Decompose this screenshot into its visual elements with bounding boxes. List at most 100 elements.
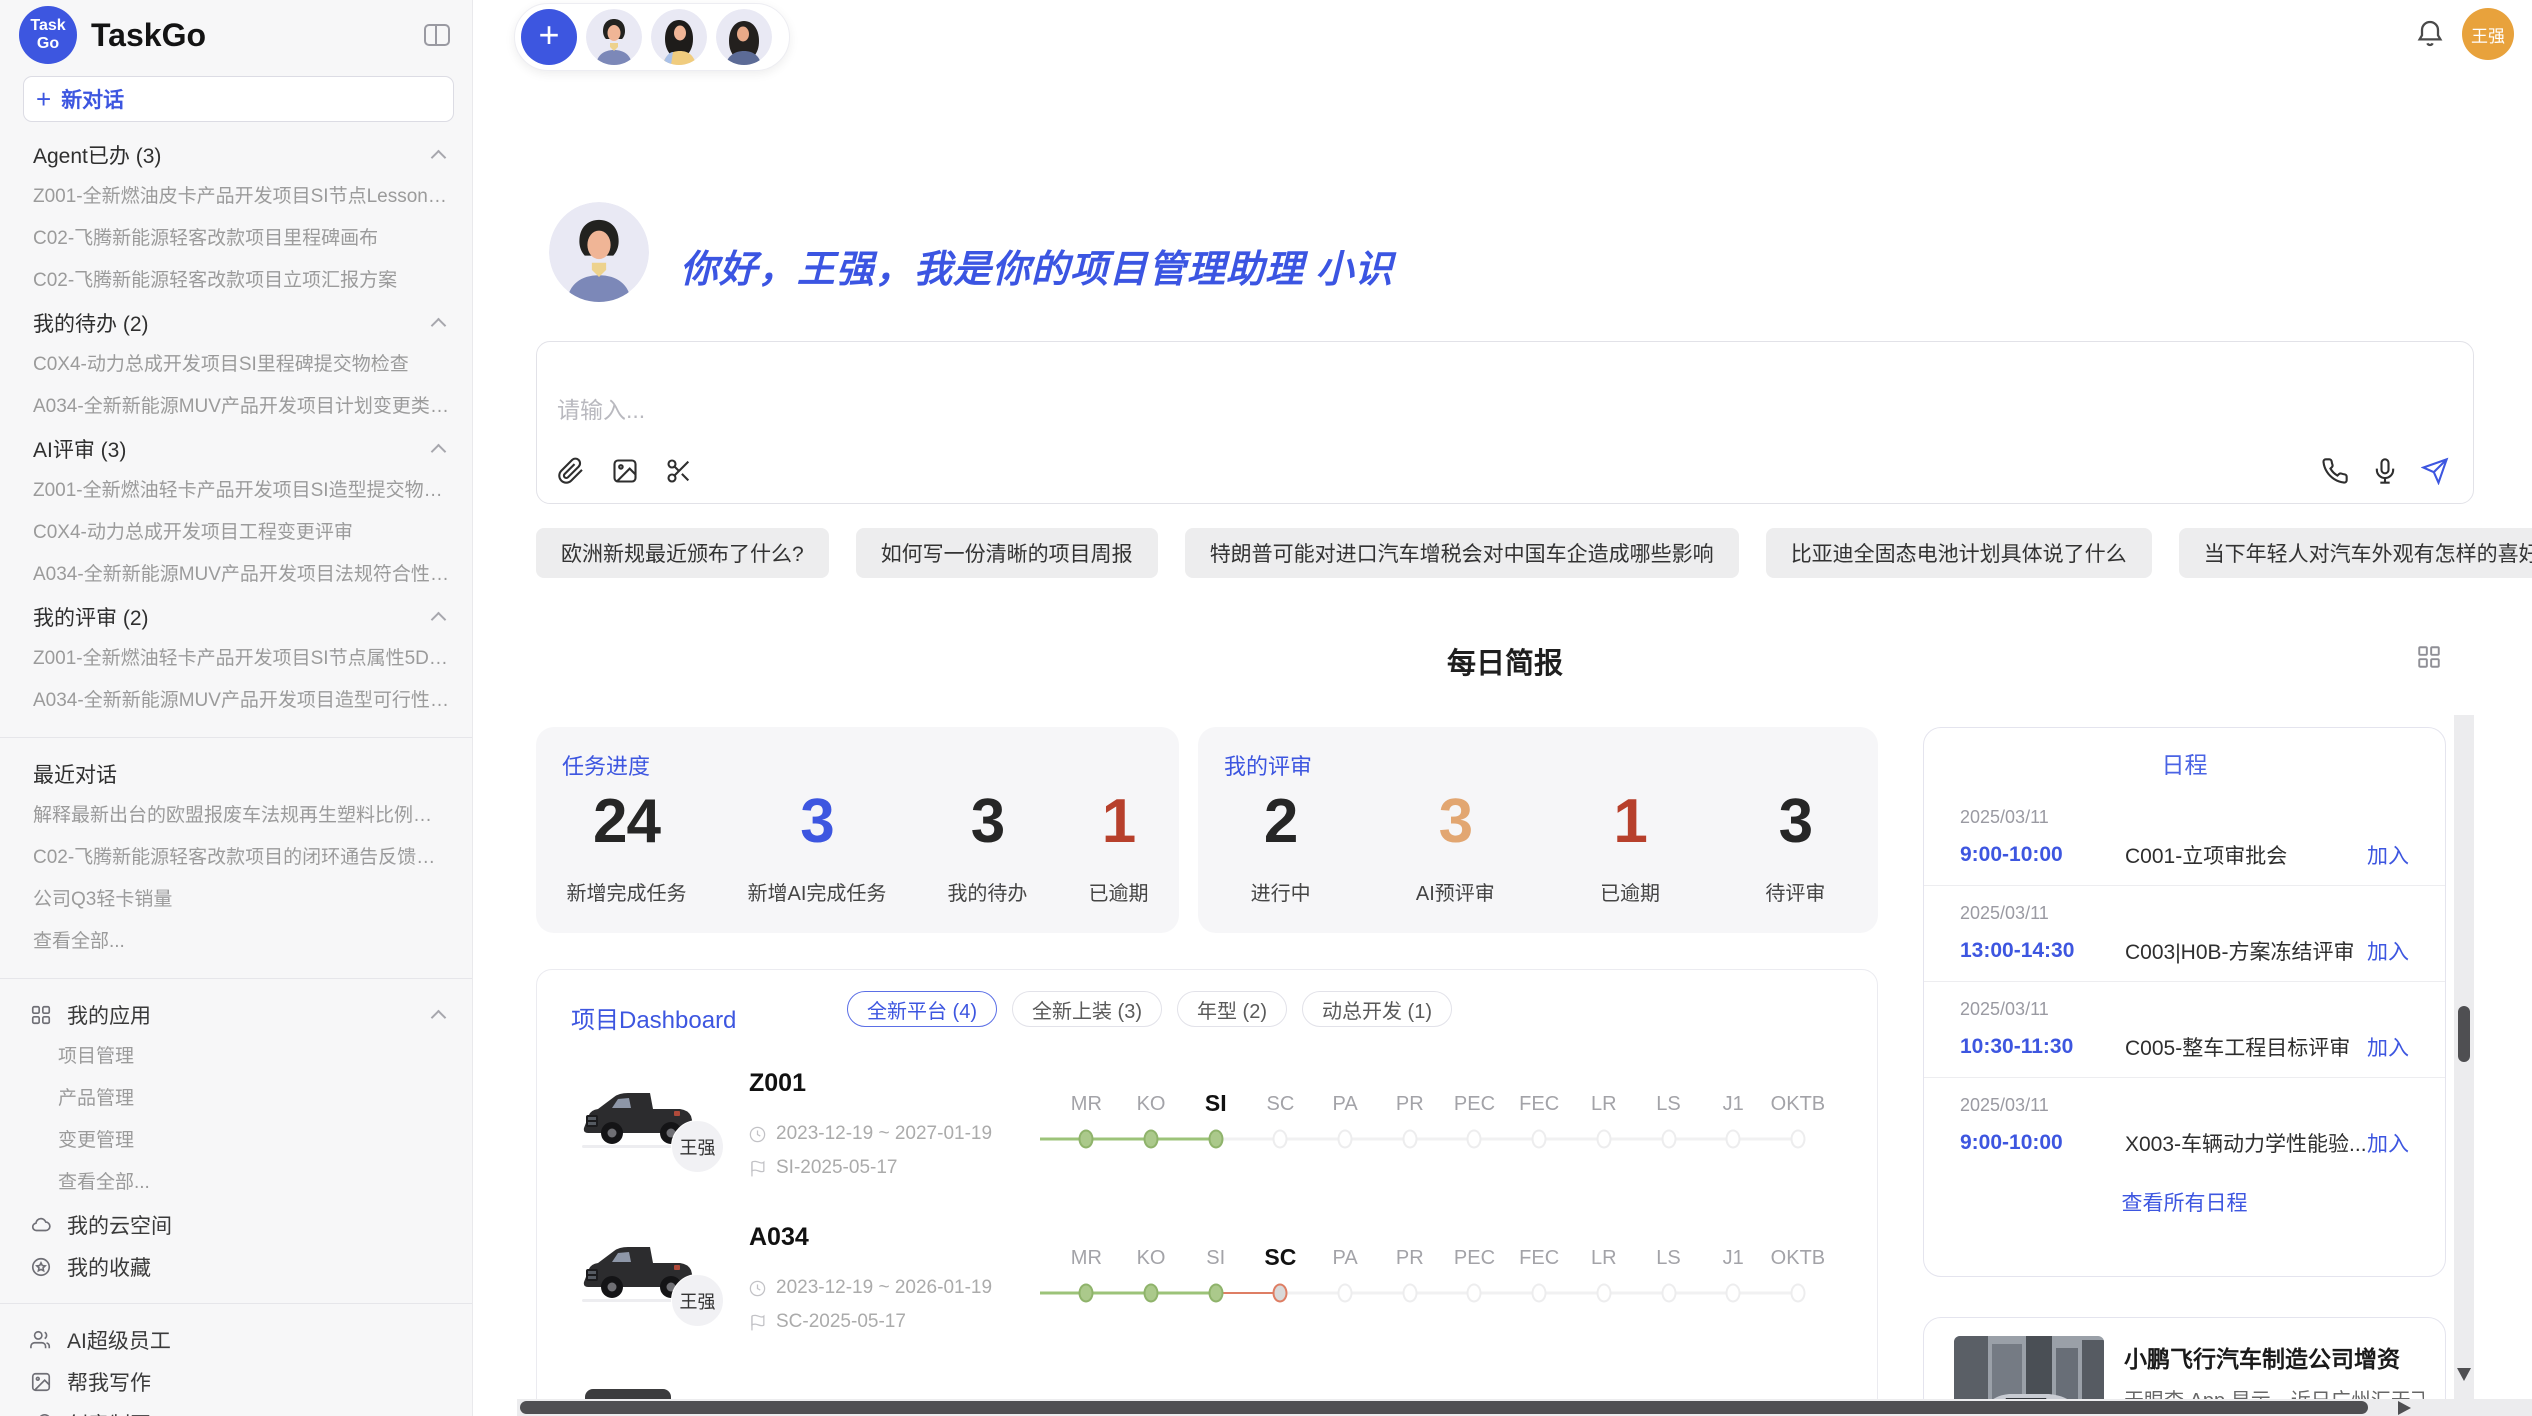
agent-avatar-1[interactable] [586,9,642,65]
chat-input[interactable] [557,397,1957,424]
view-all-apps-link[interactable]: 查看全部... [0,1162,472,1204]
timeline-segment [1216,1292,1281,1294]
suggestion-chip[interactable]: 比亚迪全固态电池计划具体说了什么 [1766,528,2152,578]
timeline-segment [1474,1292,1539,1295]
sidebar-task-item[interactable]: C02-飞腾新能源轻客改款项目立项汇报方案 [0,260,472,302]
my-apps-header[interactable]: 我的应用 [0,994,472,1036]
screenshot-scissors-icon[interactable] [665,457,693,485]
send-icon[interactable] [2421,457,2449,485]
timeline-segment [1280,1138,1345,1141]
join-meeting-link[interactable]: 加入 [2367,1032,2409,1062]
sidebar-section-header[interactable]: AI评审 (3) [0,428,472,470]
sidebar-task-item[interactable]: Z001-全新燃油轻卡产品开发项目SI节点属性5D文件评审 [0,638,472,680]
view-all-chats-link[interactable]: 查看全部... [0,921,472,963]
scroll-right-arrow[interactable] [2398,1401,2411,1415]
recent-chat-item[interactable]: 公司Q3轻卡销量 [0,879,472,921]
project-row[interactable]: 王强Z001 2023-12-19 ~ 2027-01-19 SI-2025-0… [537,1061,1877,1215]
sidebar-section-header[interactable]: 我的评审 (2) [0,596,472,638]
milestone-dot [1726,1284,1741,1303]
timeline-segment [1345,1138,1410,1141]
timeline-segment [1733,1292,1798,1295]
milestone-label: PEC [1454,1093,1495,1116]
sidebar-task-item[interactable]: C0X4-动力总成开发项目工程变更评审 [0,512,472,554]
attachment-icon[interactable] [557,457,585,485]
project-date-range: 2023-12-19 ~ 2026-01-19 [748,1277,992,1299]
horizontal-scrollbar-thumb[interactable] [520,1401,2368,1414]
dashboard-tab[interactable]: 全新平台 (4) [847,991,997,1027]
collapse-sidebar-icon[interactable] [424,24,450,46]
section-label: 我的待办 (2) [33,308,149,338]
stat-item: 3新增AI完成任务 [748,791,887,906]
stat-label: 进行中 [1251,877,1311,906]
timeline-segment [1086,1138,1151,1141]
stat-label: 已逾期 [1088,877,1148,906]
sidebar-task-item[interactable]: A034-全新新能源MUV产品开发项目法规符合性评审 [0,554,472,596]
milestone-dot [1596,1284,1611,1303]
microphone-icon[interactable] [2371,457,2399,485]
plus-icon: + [36,86,51,112]
add-agent-button[interactable]: + [521,9,577,65]
notification-bell-icon[interactable] [2414,18,2446,50]
sidebar-item-creative-drawing[interactable]: 创意制图 [0,1403,472,1416]
image-upload-icon[interactable] [611,457,639,485]
suggestion-chip[interactable]: 欧洲新规最近颁布了什么? [536,528,829,578]
milestone-label: PR [1396,1247,1424,1270]
sidebar-task-item[interactable]: C02-飞腾新能源轻客改款项目里程碑画布 [0,218,472,260]
milestone-flag-text: SI-2025-05-17 [776,1157,897,1179]
suggestion-chip[interactable]: 当下年轻人对汽车外观有怎样的喜好趋势 [2179,528,2532,578]
dashboard-tab[interactable]: 全新上装 (3) [1012,991,1162,1027]
join-meeting-link[interactable]: 加入 [2367,840,2409,870]
agent-avatar-3[interactable] [716,9,772,65]
milestone-dot [1790,1130,1805,1149]
join-meeting-link[interactable]: 加入 [2367,1128,2409,1158]
briefing-layout-grid-icon[interactable] [2416,644,2442,670]
sidebar-item-cloud-space[interactable]: 我的云空间 [0,1204,472,1246]
sidebar-item-help-me-write[interactable]: 帮我写作 [0,1361,472,1403]
recent-chat-item[interactable]: 解释最新出台的欧盟报废车法规再生塑料比例被调至15%... [0,795,472,837]
stat-label: 新增AI完成任务 [748,877,887,906]
sidebar-task-item[interactable]: A034-全新新能源MUV产品开发项目计划变更类编写 [0,386,472,428]
sidebar-task-item[interactable]: A034-全新新能源MUV产品开发项目造型可行性评审 [0,680,472,722]
sidebar-task-item[interactable]: C0X4-动力总成开发项目SI里程碑提交物检查 [0,344,472,386]
input-toolbar-left [557,457,693,485]
clock-icon [748,1125,767,1144]
cloud-icon [30,1214,52,1236]
milestone-dot [1790,1284,1805,1303]
stat-value: 1 [1102,791,1135,853]
phone-call-icon[interactable] [2321,457,2349,485]
help-me-write-label: 帮我写作 [67,1367,151,1397]
milestone-dot [1079,1284,1094,1303]
schedule-item: 2025/03/1110:30-11:30C005-整车工程目标评审加入 [1924,981,2445,1077]
dashboard-tab[interactable]: 动总开发 (1) [1302,991,1452,1027]
sidebar-item-ai-super-staff[interactable]: AI超级员工 [0,1319,472,1361]
sidebar-section-header[interactable]: Agent已办 (3) [0,134,472,176]
vertical-scrollbar-thumb[interactable] [2458,1006,2470,1062]
divider [0,1303,472,1304]
milestone-label: FEC [1519,1093,1559,1116]
sidebar-item-favorites[interactable]: 我的收藏 [0,1246,472,1288]
join-meeting-link[interactable]: 加入 [2367,936,2409,966]
suggestion-chip[interactable]: 特朗普可能对进口汽车增税会对中国车企造成哪些影响 [1185,528,1739,578]
timeline-segment [1410,1138,1475,1141]
stat-item: 1 已逾期 [1088,791,1148,906]
new-chat-button[interactable]: + 新对话 [23,76,454,122]
recent-chats-header: 最近对话 [0,753,472,795]
project-row[interactable]: 王强A034 2023-12-19 ~ 2026-01-19 SC-2025-0… [537,1215,1877,1369]
milestone-label: PA [1332,1247,1357,1270]
scroll-down-arrow[interactable] [2457,1368,2471,1381]
suggestion-chip[interactable]: 如何写一份清晰的项目周报 [856,528,1158,578]
recent-chat-item[interactable]: C02-飞腾新能源轻客改款项目的闭环通告反馈情况 [0,837,472,879]
quick-access-pill: + [514,3,790,71]
app-item[interactable]: 产品管理 [0,1078,472,1120]
sidebar-task-item[interactable]: Z001-全新燃油轻卡产品开发项目SI造型提交物评审 [0,470,472,512]
sidebar-task-item[interactable]: Z001-全新燃油皮卡产品开发项目SI节点Lesson Learn报告 [0,176,472,218]
milestone-label: MR [1071,1247,1102,1270]
app-item[interactable]: 变更管理 [0,1120,472,1162]
user-avatar[interactable]: 王强 [2462,8,2514,60]
sidebar-section-header[interactable]: 我的待办 (2) [0,302,472,344]
date-range-text: 2023-12-19 ~ 2026-01-19 [776,1277,992,1299]
view-all-schedule-link[interactable]: 查看所有日程 [1924,1187,2445,1217]
agent-avatar-2[interactable] [651,9,707,65]
app-item[interactable]: 项目管理 [0,1036,472,1078]
dashboard-tab[interactable]: 年型 (2) [1177,991,1287,1027]
